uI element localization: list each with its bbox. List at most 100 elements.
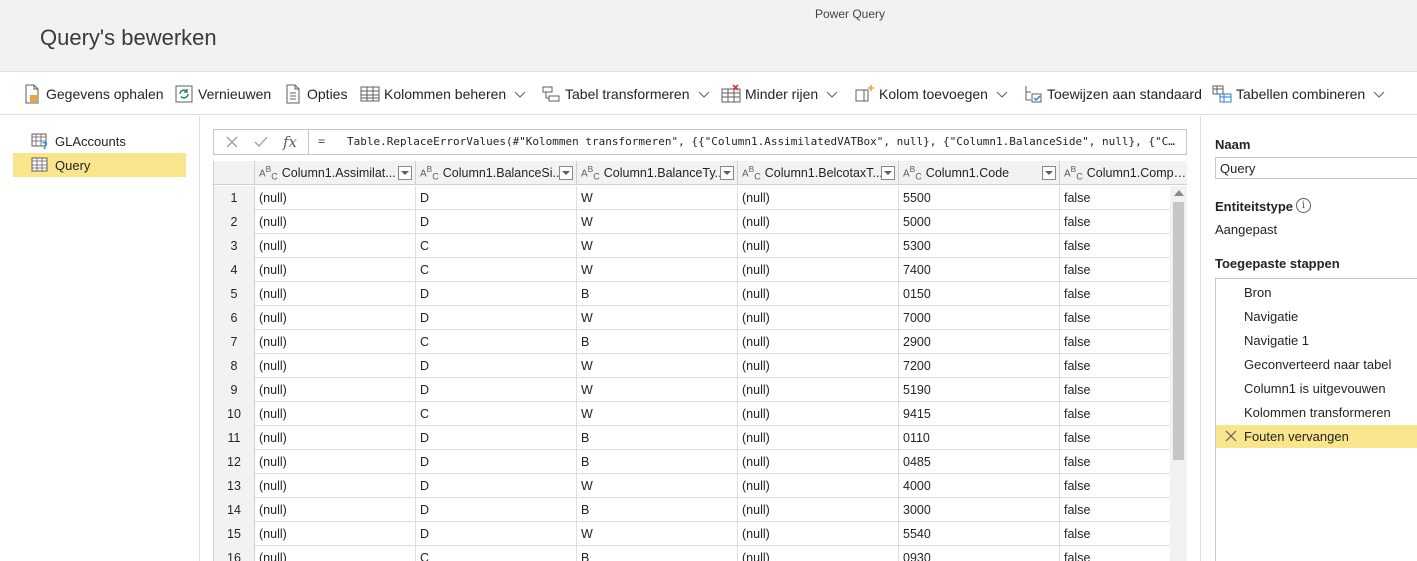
table-cell[interactable]: W <box>577 258 738 282</box>
applied-step[interactable]: Column1 is uitgevouwen <box>1216 377 1417 400</box>
name-input[interactable] <box>1215 157 1417 179</box>
table-cell[interactable]: D <box>416 282 577 306</box>
table-cell[interactable]: 5000 <box>899 210 1060 234</box>
table-cell[interactable]: W <box>577 234 738 258</box>
refresh-button[interactable]: Vernieuwen <box>174 82 271 106</box>
table-cell[interactable]: D <box>416 474 577 498</box>
row-index[interactable]: 5 <box>214 282 255 306</box>
row-index[interactable]: 16 <box>214 546 255 561</box>
table-cell[interactable]: 0930 <box>899 546 1060 561</box>
table-cell[interactable]: (null) <box>738 282 899 306</box>
table-cell[interactable]: (null) <box>255 234 416 258</box>
table-cell[interactable]: 0110 <box>899 426 1060 450</box>
row-index[interactable]: 12 <box>214 450 255 474</box>
table-cell[interactable]: (null) <box>255 354 416 378</box>
table-cell[interactable]: false <box>1060 378 1187 402</box>
vertical-scrollbar[interactable] <box>1170 186 1187 561</box>
applied-step[interactable]: Geconverteerd naar tabel <box>1216 353 1417 376</box>
table-cell[interactable]: C <box>416 330 577 354</box>
row-index[interactable]: 10 <box>214 402 255 426</box>
table-cell[interactable]: W <box>577 210 738 234</box>
table-cell[interactable]: D <box>416 426 577 450</box>
table-cell[interactable]: (null) <box>255 426 416 450</box>
table-cell[interactable]: 5540 <box>899 522 1060 546</box>
reduce-rows-button[interactable]: Minder rijen <box>721 82 838 106</box>
table-cell[interactable]: (null) <box>738 522 899 546</box>
table-cell[interactable]: false <box>1060 306 1187 330</box>
table-cell[interactable]: (null) <box>738 498 899 522</box>
table-cell[interactable]: D <box>416 498 577 522</box>
row-index[interactable]: 4 <box>214 258 255 282</box>
row-index[interactable]: 15 <box>214 522 255 546</box>
text-type-icon[interactable]: ABC <box>581 164 600 181</box>
applied-step[interactable]: Bron <box>1216 281 1417 304</box>
table-cell[interactable]: (null) <box>738 426 899 450</box>
text-type-icon[interactable]: ABC <box>1064 164 1083 181</box>
table-cell[interactable]: false <box>1060 186 1187 210</box>
table-cell[interactable]: 4000 <box>899 474 1060 498</box>
row-index[interactable]: 9 <box>214 378 255 402</box>
table-cell[interactable]: (null) <box>255 330 416 354</box>
table-cell[interactable]: (null) <box>738 234 899 258</box>
column-header[interactable]: ABC Column1.BalanceTy... <box>577 161 738 185</box>
table-cell[interactable]: (null) <box>255 474 416 498</box>
table-cell[interactable]: (null) <box>255 522 416 546</box>
table-cell[interactable]: 2900 <box>899 330 1060 354</box>
table-cell[interactable]: false <box>1060 282 1187 306</box>
table-cell[interactable]: false <box>1060 498 1187 522</box>
table-cell[interactable]: false <box>1060 450 1187 474</box>
row-index[interactable]: 2 <box>214 210 255 234</box>
table-cell[interactable]: false <box>1060 474 1187 498</box>
text-type-icon[interactable]: ABC <box>420 164 439 181</box>
table-cell[interactable]: D <box>416 378 577 402</box>
column-header[interactable]: ABC Column1.BelcotaxT... <box>738 161 899 185</box>
table-cell[interactable]: (null) <box>255 210 416 234</box>
table-cell[interactable]: 0485 <box>899 450 1060 474</box>
table-cell[interactable]: (null) <box>255 282 416 306</box>
table-cell[interactable]: false <box>1060 258 1187 282</box>
column-header[interactable]: ABC Column1.BalanceSi... <box>416 161 577 185</box>
table-cell[interactable]: 3000 <box>899 498 1060 522</box>
table-cell[interactable]: W <box>577 378 738 402</box>
table-cell[interactable]: B <box>577 282 738 306</box>
table-cell[interactable]: (null) <box>255 378 416 402</box>
table-cell[interactable]: 7000 <box>899 306 1060 330</box>
table-cell[interactable]: (null) <box>255 186 416 210</box>
table-cell[interactable]: false <box>1060 330 1187 354</box>
table-cell[interactable]: (null) <box>738 210 899 234</box>
info-icon[interactable]: i <box>1296 198 1311 213</box>
table-cell[interactable]: 9415 <box>899 402 1060 426</box>
table-cell[interactable]: 7200 <box>899 354 1060 378</box>
table-cell[interactable]: false <box>1060 402 1187 426</box>
table-cell[interactable]: W <box>577 354 738 378</box>
table-cell[interactable]: W <box>577 522 738 546</box>
table-cell[interactable]: B <box>577 498 738 522</box>
table-cell[interactable]: D <box>416 186 577 210</box>
delete-step-icon[interactable] <box>1225 430 1237 442</box>
table-cell[interactable]: B <box>577 450 738 474</box>
applied-step[interactable]: Kolommen transformeren <box>1216 401 1417 424</box>
applied-step[interactable]: Fouten vervangen <box>1216 425 1417 448</box>
apply-formula-button[interactable] <box>251 133 271 151</box>
map-to-standard-button[interactable]: Toewijzen aan standaard <box>1023 82 1202 106</box>
table-cell[interactable]: W <box>577 306 738 330</box>
table-cell[interactable]: (null) <box>738 306 899 330</box>
row-index[interactable]: 6 <box>214 306 255 330</box>
query-item-glaccounts[interactable]: ? GLAccounts <box>13 129 186 153</box>
table-cell[interactable]: D <box>416 354 577 378</box>
table-cell[interactable]: 5300 <box>899 234 1060 258</box>
combine-tables-button[interactable]: Tabellen combineren <box>1212 82 1385 106</box>
table-cell[interactable]: false <box>1060 210 1187 234</box>
row-index[interactable]: 8 <box>214 354 255 378</box>
table-cell[interactable]: (null) <box>255 546 416 561</box>
table-cell[interactable]: W <box>577 402 738 426</box>
text-type-icon[interactable]: ABC <box>903 164 922 181</box>
applied-step[interactable]: Navigatie <box>1216 305 1417 328</box>
row-index[interactable]: 11 <box>214 426 255 450</box>
table-cell[interactable]: false <box>1060 354 1187 378</box>
cancel-formula-button[interactable] <box>222 133 242 151</box>
table-cell[interactable]: (null) <box>255 402 416 426</box>
add-column-button[interactable]: Kolom toevoegen <box>855 82 1008 106</box>
formula-input[interactable]: Table.ReplaceErrorValues(#"Kolommen tran… <box>347 135 1183 148</box>
get-data-button[interactable]: Gegevens ophalen <box>22 82 164 106</box>
